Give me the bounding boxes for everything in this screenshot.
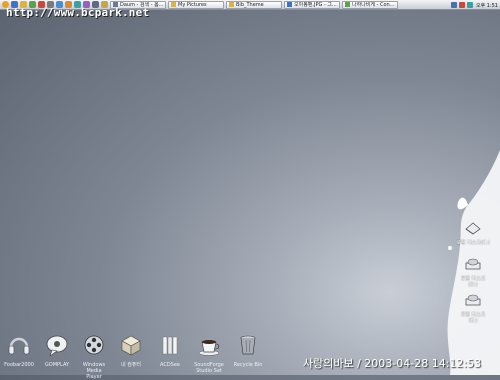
dock-my-computer[interactable]: 내 컴퓨터 <box>114 333 148 368</box>
dock-foobar2000[interactable]: Foobar2000 <box>2 333 36 368</box>
tray-app-icon[interactable] <box>466 2 473 8</box>
hard-drive-icon <box>465 222 481 235</box>
dock-recycle-bin[interactable]: Recycle Bin <box>231 333 265 368</box>
headphones-icon <box>8 337 30 355</box>
app-icon <box>345 2 350 7</box>
dock-label: GOMPLAY <box>44 362 70 368</box>
cd-drive-icon <box>465 258 481 270</box>
task-label: Bib_Theme <box>236 1 264 8</box>
trash-can-icon <box>240 335 256 355</box>
signature-text: 사랑의바보 / 2003-04-28 14:12:53 <box>303 357 482 370</box>
film-reel-icon <box>84 335 104 355</box>
system-tray: 오후 1:51 <box>449 1 498 9</box>
drive-d[interactable]: 로컬 디스크(D:) <box>456 256 490 288</box>
dock-label: ACDSee <box>160 362 180 368</box>
task-button-my-pictures[interactable]: My Pictures <box>168 0 224 9</box>
tray-volume-icon[interactable] <box>450 2 457 8</box>
task-button-control[interactable]: 나하나비게 - Con... <box>342 0 398 9</box>
drive-label: 로컬 디스크(C:) <box>456 240 490 246</box>
box-icon <box>121 335 141 356</box>
task-label: 나하나비게 - Con... <box>352 1 395 8</box>
drive-label: 로컬 디스크(D:) <box>460 276 486 288</box>
image-icon <box>287 2 292 7</box>
folder-icon <box>229 2 234 7</box>
dock-label: Recycle Bin <box>233 362 263 368</box>
speech-bubble-icon <box>46 335 68 357</box>
task-label: My Pictures <box>178 1 207 8</box>
dock-label: 내 컴퓨터 <box>121 362 141 368</box>
drive-label: 로컬 디스크 (E:) <box>460 312 486 324</box>
task-label: 오아봉팬.JPG - 그... <box>294 1 337 8</box>
url-watermark: http://www.bcpark.net <box>6 6 150 19</box>
dock-soundforge[interactable]: SoundForge Studio Set <box>192 333 226 374</box>
dock-label: SoundForge Studio Set <box>194 362 224 374</box>
dock-label: Foobar2000 <box>4 362 34 368</box>
folder-icon <box>171 2 176 7</box>
clock[interactable]: 오후 1:51 <box>476 2 498 9</box>
dock-acdsee[interactable]: ACDSee <box>153 333 187 368</box>
dock-gomplay[interactable]: GOMPLAY <box>40 333 74 368</box>
drive-c[interactable]: 로컬 디스크(C:) <box>456 220 490 246</box>
dock-windows-media-player[interactable]: Windows Media Player <box>77 333 111 380</box>
cd-drive-icon <box>465 294 481 306</box>
coffee-cup-icon <box>198 340 220 356</box>
dock-label: Windows Media Player <box>82 362 106 380</box>
drive-e[interactable]: 로컬 디스크 (E:) <box>456 292 490 324</box>
task-button-image-viewer[interactable]: 오아봉팬.JPG - 그... <box>284 0 340 9</box>
task-button-bib-theme[interactable]: Bib_Theme <box>226 0 282 9</box>
building-icon <box>162 336 178 355</box>
tray-network-icon[interactable] <box>458 2 465 8</box>
